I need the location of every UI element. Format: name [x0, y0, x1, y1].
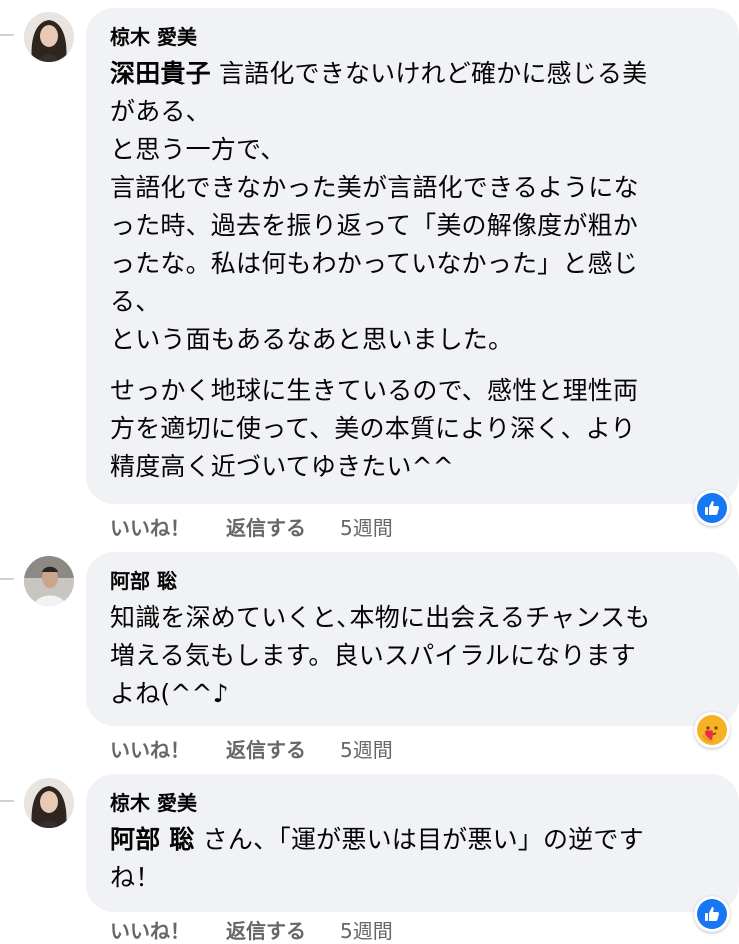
comment-body: 知識を深めていくと､本物に出会えるチャンスも 増える気もします。良いスパイラルに… [110, 599, 715, 713]
comment-author[interactable]: 椋木 愛美 [110, 790, 715, 816]
comment-text: 言語化できないけれど確かに感じる美 がある、 と思う一方で、 言語化できなかった… [110, 59, 648, 354]
reply-button[interactable]: 返信する [226, 734, 306, 763]
thread-connector [0, 578, 14, 580]
thread-connector [0, 34, 14, 36]
comment-paragraph: 深田貴子 言語化できないけれど確かに感じる美 がある、 と思う一方で、 言語化で… [110, 55, 715, 359]
avatar[interactable] [24, 12, 74, 62]
like-icon [697, 899, 727, 929]
like-button[interactable]: いいね！ [110, 734, 190, 763]
comment-author[interactable]: 阿部 聡 [110, 568, 715, 594]
avatar[interactable] [24, 556, 74, 606]
reaction-badge[interactable] [694, 896, 730, 932]
comment-paragraph: せっかく地球に生きているので、感性と理性両 方を適切に使って、美の本質により深く… [110, 376, 639, 481]
comment-body: 阿部 聡 さん、「運が悪いは目が悪い」の逆です ね！ [110, 821, 715, 897]
comment-actions: いいね！ 返信する 5週間 [110, 512, 393, 541]
timestamp[interactable]: 5週間 [340, 512, 393, 541]
reaction-badge[interactable] [694, 712, 730, 748]
comment-bubble: 阿部 聡 知識を深めていくと､本物に出会えるチャンスも 増える気もします。良いス… [86, 552, 739, 726]
comment-bubble: 椋木 愛美 深田貴子 言語化できないけれど確かに感じる美 がある、 と思う一方で… [86, 8, 739, 504]
mention-link[interactable]: 深田貴子 [110, 59, 211, 88]
mention-link[interactable]: 阿部 聡 [110, 825, 195, 854]
like-icon [697, 493, 727, 523]
comment-paragraph: 阿部 聡 さん、「運が悪いは目が悪い」の逆です ね！ [110, 821, 715, 897]
comment-actions: いいね！ 返信する 5週間 [110, 915, 393, 944]
reply-button[interactable]: 返信する [226, 915, 306, 944]
timestamp[interactable]: 5週間 [340, 915, 393, 944]
comment-actions: いいね！ 返信する 5週間 [110, 734, 393, 763]
avatar[interactable] [24, 778, 74, 828]
comment-body: 深田貴子 言語化できないけれど確かに感じる美 がある、 と思う一方で、 言語化で… [110, 55, 715, 486]
timestamp[interactable]: 5週間 [340, 734, 393, 763]
reply-button[interactable]: 返信する [226, 512, 306, 541]
comment-bubble: 椋木 愛美 阿部 聡 さん、「運が悪いは目が悪い」の逆です ね！ [86, 774, 739, 912]
thread-connector [0, 800, 14, 802]
comment-paragraph: 知識を深めていくと､本物に出会えるチャンスも 増える気もします。良いスパイラルに… [110, 603, 651, 708]
care-icon [697, 715, 727, 745]
like-button[interactable]: いいね！ [110, 915, 190, 944]
comment-author[interactable]: 椋木 愛美 [110, 24, 715, 50]
reaction-badge[interactable] [694, 490, 730, 526]
like-button[interactable]: いいね！ [110, 512, 190, 541]
